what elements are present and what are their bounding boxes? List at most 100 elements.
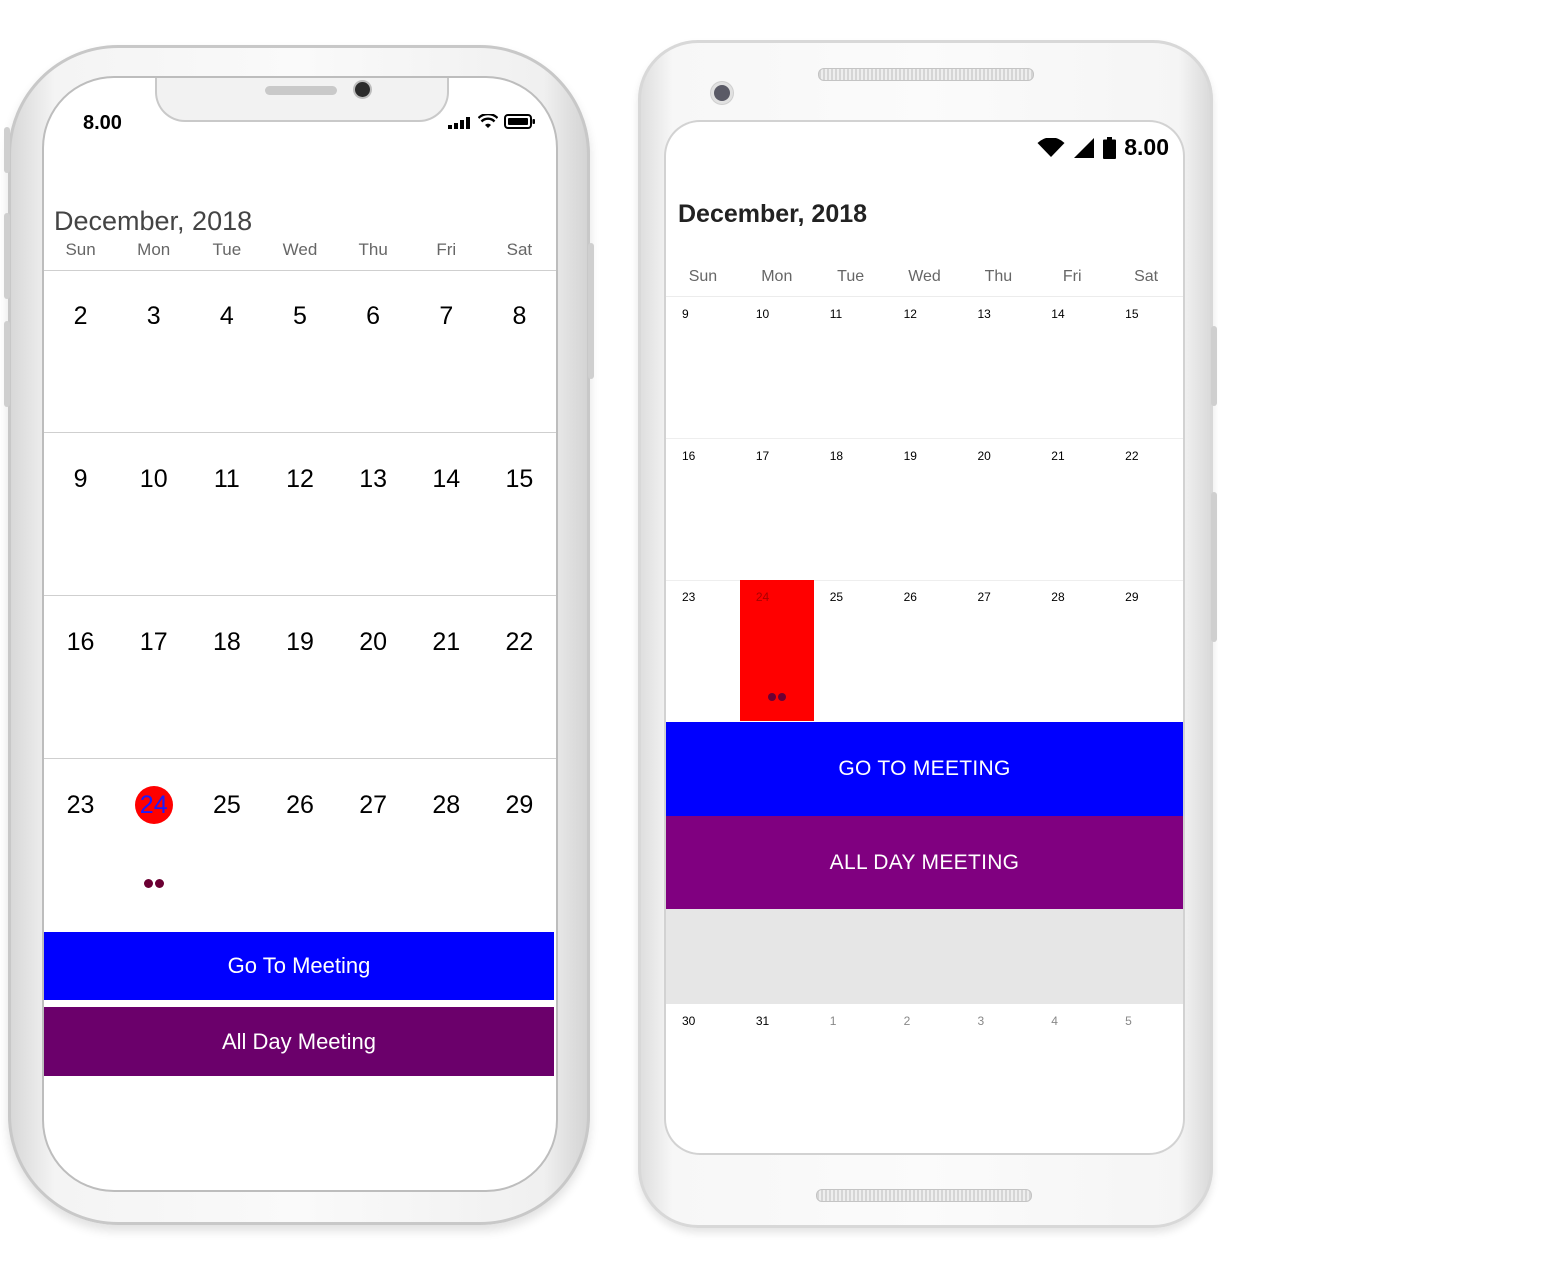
day-cell[interactable]: 13 — [337, 433, 410, 595]
appointment-all-day-meeting[interactable]: ALL DAY MEETING — [666, 816, 1183, 909]
day-cell[interactable]: 15 — [1109, 297, 1183, 438]
iphone-volume-up-button — [4, 213, 10, 299]
week-row: 16 17 18 19 20 21 22 — [666, 439, 1183, 581]
day-cell[interactable]: 20 — [337, 596, 410, 758]
date-number: 26 — [286, 791, 314, 819]
day-cell[interactable]: 14 — [410, 433, 483, 595]
day-cell[interactable]: 31 — [740, 1004, 814, 1145]
day-cell[interactable]: 15 — [483, 433, 556, 595]
date-number: 17 — [139, 628, 168, 656]
date-number: 11 — [213, 465, 240, 493]
day-header-thu: Thu — [358, 240, 388, 259]
day-cell[interactable]: 23 — [666, 580, 740, 721]
day-cell[interactable]: 19 — [888, 439, 962, 580]
day-cell[interactable]: 10 — [117, 433, 190, 595]
week-row: 2 3 4 5 6 7 8 — [44, 270, 556, 433]
day-cell[interactable]: 9 — [666, 297, 740, 438]
inline-appointment-panel-background — [666, 909, 1183, 1004]
cellular-icon — [1074, 137, 1095, 158]
day-header-fri: Fri — [1062, 268, 1082, 285]
week-row: 9 10 11 12 13 14 15 — [666, 297, 1183, 439]
day-cell-selected[interactable]: 24 — [739, 580, 814, 721]
day-header-sun: Sun — [688, 268, 718, 285]
date-number: 6 — [366, 302, 381, 330]
day-cell[interactable]: 22 — [483, 596, 556, 758]
week-row: 16 17 18 19 20 21 22 — [44, 596, 556, 759]
day-cell[interactable]: 7 — [410, 270, 483, 432]
day-cell[interactable]: 10 — [740, 297, 814, 438]
date-number: 28 — [432, 791, 461, 819]
date-number: 20 — [359, 628, 388, 656]
date-number: 14 — [432, 465, 461, 493]
battery-icon — [1103, 136, 1117, 159]
day-cell-next-month[interactable]: 5 — [1109, 1004, 1183, 1145]
day-cell[interactable]: 19 — [263, 596, 336, 758]
day-cell[interactable]: 26 — [888, 580, 962, 721]
day-cell[interactable]: 21 — [1035, 439, 1109, 580]
day-cell[interactable]: 26 — [263, 759, 336, 921]
date-number: 16 — [66, 628, 95, 656]
day-cell[interactable]: 4 — [190, 270, 263, 432]
day-cell[interactable]: 2 — [44, 270, 117, 432]
day-cell[interactable]: 27 — [961, 580, 1035, 721]
day-cell[interactable]: 11 — [814, 297, 888, 438]
day-cell[interactable]: 16 — [666, 439, 740, 580]
appointment-dot — [767, 693, 776, 701]
day-cell[interactable]: 30 — [666, 1004, 740, 1145]
day-cell[interactable]: 17 — [740, 439, 814, 580]
day-header-tue: Tue — [212, 240, 242, 259]
day-cell[interactable]: 20 — [961, 439, 1035, 580]
appointment-all-day-meeting[interactable]: All Day Meeting — [44, 1007, 554, 1076]
day-cell[interactable]: 25 — [814, 580, 888, 721]
day-cell[interactable]: 9 — [44, 433, 117, 595]
date-number: 21 — [432, 628, 461, 656]
appointment-dot — [143, 879, 153, 888]
day-cell[interactable]: 8 — [483, 270, 556, 432]
day-cell[interactable]: 27 — [337, 759, 410, 921]
day-cell[interactable]: 11 — [190, 433, 263, 595]
day-cell[interactable]: 18 — [814, 439, 888, 580]
day-cell-next-month[interactable]: 4 — [1035, 1004, 1109, 1145]
day-cell-next-month[interactable]: 1 — [814, 1004, 888, 1145]
appointment-go-to-meeting[interactable]: GO TO MEETING — [666, 722, 1183, 816]
front-camera-icon — [714, 85, 730, 101]
day-cell-next-month[interactable]: 2 — [888, 1004, 962, 1145]
day-cell[interactable]: 18 — [190, 596, 263, 758]
day-cell[interactable]: 29 — [1109, 580, 1183, 721]
day-cell[interactable]: 21 — [410, 596, 483, 758]
day-header-sun: Sun — [65, 240, 96, 259]
day-cell-selected[interactable]: 24 — [117, 759, 190, 921]
appointment-dot — [777, 693, 786, 701]
day-header-sat: Sat — [1134, 268, 1159, 285]
status-bar-time: 8.00 — [83, 112, 122, 134]
month-grid: 2 3 4 5 6 7 8 9 10 11 12 13 14 15 16 17 … — [44, 270, 556, 921]
status-bar-icons — [448, 114, 536, 129]
day-cell[interactable]: 28 — [410, 759, 483, 921]
day-header-tue: Tue — [837, 268, 865, 285]
appointment-dot — [154, 879, 164, 888]
day-cell[interactable]: 29 — [483, 759, 556, 921]
day-cell[interactable]: 14 — [1035, 297, 1109, 438]
date-number: 13 — [359, 465, 388, 493]
day-cell[interactable]: 17 — [117, 596, 190, 758]
day-cell[interactable]: 12 — [888, 297, 962, 438]
wifi-icon — [478, 114, 498, 128]
day-cell[interactable]: 25 — [190, 759, 263, 921]
date-number: 22 — [505, 628, 534, 656]
day-cell[interactable]: 6 — [337, 270, 410, 432]
day-cell-next-month[interactable]: 3 — [961, 1004, 1035, 1145]
date-number: 23 — [66, 791, 95, 819]
day-cell[interactable]: 23 — [44, 759, 117, 921]
day-cell[interactable]: 12 — [263, 433, 336, 595]
appointment-go-to-meeting[interactable]: Go To Meeting — [44, 932, 554, 1000]
date-number: 29 — [505, 791, 534, 819]
date-number: 4 — [219, 302, 234, 330]
day-cell[interactable]: 13 — [961, 297, 1035, 438]
day-cell[interactable]: 28 — [1035, 580, 1109, 721]
day-cell[interactable]: 22 — [1109, 439, 1183, 580]
day-cell[interactable]: 3 — [117, 270, 190, 432]
day-cell[interactable]: 5 — [263, 270, 336, 432]
earpiece-grille — [818, 68, 1034, 81]
week-row: 23 24 25 26 27 28 29 — [44, 759, 556, 921]
day-cell[interactable]: 16 — [44, 596, 117, 758]
